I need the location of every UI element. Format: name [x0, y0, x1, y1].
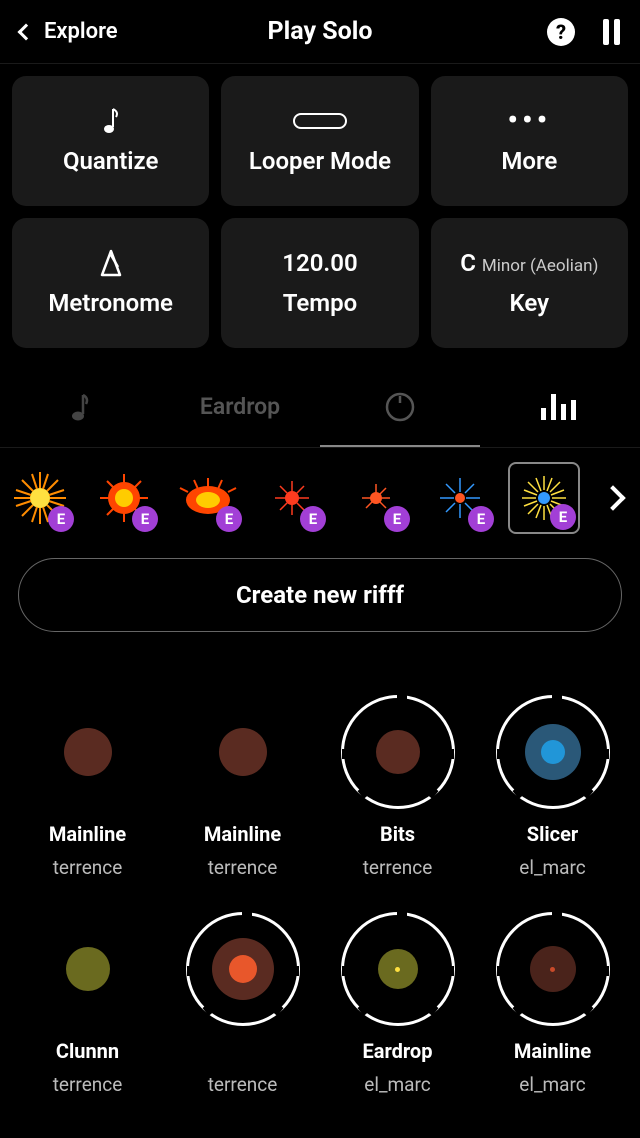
key-top: C Minor (Aeolian) — [460, 249, 598, 277]
page-title: Play Solo — [268, 17, 373, 46]
tab-note[interactable] — [0, 366, 160, 447]
header-actions: ? — [547, 18, 620, 46]
instrument-name: Eardrop — [363, 1039, 433, 1063]
sound-item-3[interactable]: E — [172, 462, 244, 534]
instrument-author: el_marc — [519, 856, 585, 879]
key-tile[interactable]: C Minor (Aeolian) Key — [431, 218, 628, 348]
sound-item-5[interactable]: E — [340, 462, 412, 534]
tab-eardrop[interactable]: Eardrop — [160, 366, 320, 447]
more-label: More — [501, 147, 557, 175]
pause-icon[interactable] — [603, 19, 620, 45]
ring-icon — [186, 912, 300, 1026]
instrument-visual — [183, 692, 303, 812]
key-scale: Minor (Aeolian) — [482, 256, 598, 276]
instrument-name: Slicer — [527, 822, 578, 846]
metronome-label: Metronome — [48, 289, 173, 317]
loop-icon — [292, 107, 348, 135]
sound-item-2[interactable]: E — [88, 462, 160, 534]
instrument-visual — [28, 692, 148, 812]
header: Explore Play Solo ? — [0, 0, 640, 64]
control-grid: Quantize Looper Mode ••• More Metronome … — [0, 64, 640, 360]
instrument-name: Mainline — [514, 1039, 591, 1063]
instrument-item[interactable]: Slicer el_marc — [475, 692, 630, 879]
instrument-name: Mainline — [49, 822, 126, 846]
tab-levels[interactable] — [480, 366, 640, 447]
e-badge: E — [48, 506, 74, 532]
instrument-visual — [338, 692, 458, 812]
ring-icon — [496, 912, 610, 1026]
create-rifff-button[interactable]: Create new rifff — [18, 558, 622, 632]
instrument-item[interactable]: Bits terrence — [320, 692, 475, 879]
tempo-value: 120.00 — [282, 249, 357, 277]
e-badge: E — [550, 504, 576, 530]
instrument-visual — [493, 909, 613, 1029]
instrument-author: terrence — [208, 856, 278, 879]
quantize-tile[interactable]: Quantize — [12, 76, 209, 206]
instrument-author: terrence — [53, 856, 123, 879]
sound-item-1[interactable]: E — [4, 462, 76, 534]
instrument-author: terrence — [363, 856, 433, 879]
knob-icon — [383, 390, 417, 424]
ring-icon — [341, 695, 455, 809]
tab-bar: Eardrop — [0, 366, 640, 448]
help-icon[interactable]: ? — [547, 18, 575, 46]
sound-item-7-selected[interactable]: E — [508, 462, 580, 534]
pad-icon — [66, 947, 110, 991]
e-badge: E — [216, 506, 242, 532]
key-root: C — [460, 249, 476, 277]
instrument-grid: Mainline terrence Mainline terrence Bits… — [0, 632, 640, 1096]
looper-tile[interactable]: Looper Mode — [221, 76, 418, 206]
instrument-name: Mainline — [204, 822, 281, 846]
ring-icon — [341, 912, 455, 1026]
instrument-name — [240, 1039, 245, 1063]
tempo-label: Tempo — [283, 289, 358, 317]
instrument-item[interactable]: Eardrop el_marc — [320, 909, 475, 1096]
instrument-name: Clunnn — [56, 1039, 119, 1063]
metronome-icon — [98, 249, 124, 277]
sound-strip[interactable]: E E E — [0, 448, 640, 548]
more-icon: ••• — [507, 107, 551, 135]
instrument-author: el_marc — [364, 1073, 430, 1096]
instrument-visual — [183, 909, 303, 1029]
tab-knob[interactable] — [320, 366, 480, 447]
instrument-visual — [338, 909, 458, 1029]
back-button[interactable]: Explore — [20, 19, 118, 44]
instrument-item[interactable]: Clunnn terrence — [10, 909, 165, 1096]
levels-icon — [539, 390, 581, 424]
e-badge: E — [468, 506, 494, 532]
more-tile[interactable]: ••• More — [431, 76, 628, 206]
instrument-item[interactable]: Mainline terrence — [165, 692, 320, 879]
instrument-author: el_marc — [519, 1073, 585, 1096]
ring-icon — [496, 695, 610, 809]
e-badge: E — [384, 506, 410, 532]
metronome-tile[interactable]: Metronome — [12, 218, 209, 348]
note-icon — [69, 392, 91, 422]
chevron-left-icon — [18, 23, 35, 40]
key-label: Key — [510, 289, 550, 317]
e-badge: E — [300, 506, 326, 532]
quantize-label: Quantize — [63, 147, 158, 175]
instrument-item[interactable]: Mainline el_marc — [475, 909, 630, 1096]
instrument-author: terrence — [208, 1073, 278, 1096]
pad-icon — [64, 728, 112, 776]
e-badge: E — [132, 506, 158, 532]
tempo-tile[interactable]: 120.00 Tempo — [221, 218, 418, 348]
looper-label: Looper Mode — [249, 147, 391, 175]
sound-item-6[interactable]: E — [424, 462, 496, 534]
instrument-name: Bits — [380, 822, 415, 846]
create-rifff-label: Create new rifff — [236, 581, 404, 609]
sound-item-4[interactable]: E — [256, 462, 328, 534]
chevron-right-icon[interactable] — [600, 485, 625, 510]
instrument-author: terrence — [53, 1073, 123, 1096]
instrument-visual — [493, 692, 613, 812]
pad-icon — [219, 728, 267, 776]
tab-eardrop-label: Eardrop — [200, 393, 280, 420]
instrument-item[interactable]: terrence — [165, 909, 320, 1096]
instrument-visual — [28, 909, 148, 1029]
instrument-item[interactable]: Mainline terrence — [10, 692, 165, 879]
back-label: Explore — [44, 19, 118, 44]
note-icon — [101, 107, 121, 135]
